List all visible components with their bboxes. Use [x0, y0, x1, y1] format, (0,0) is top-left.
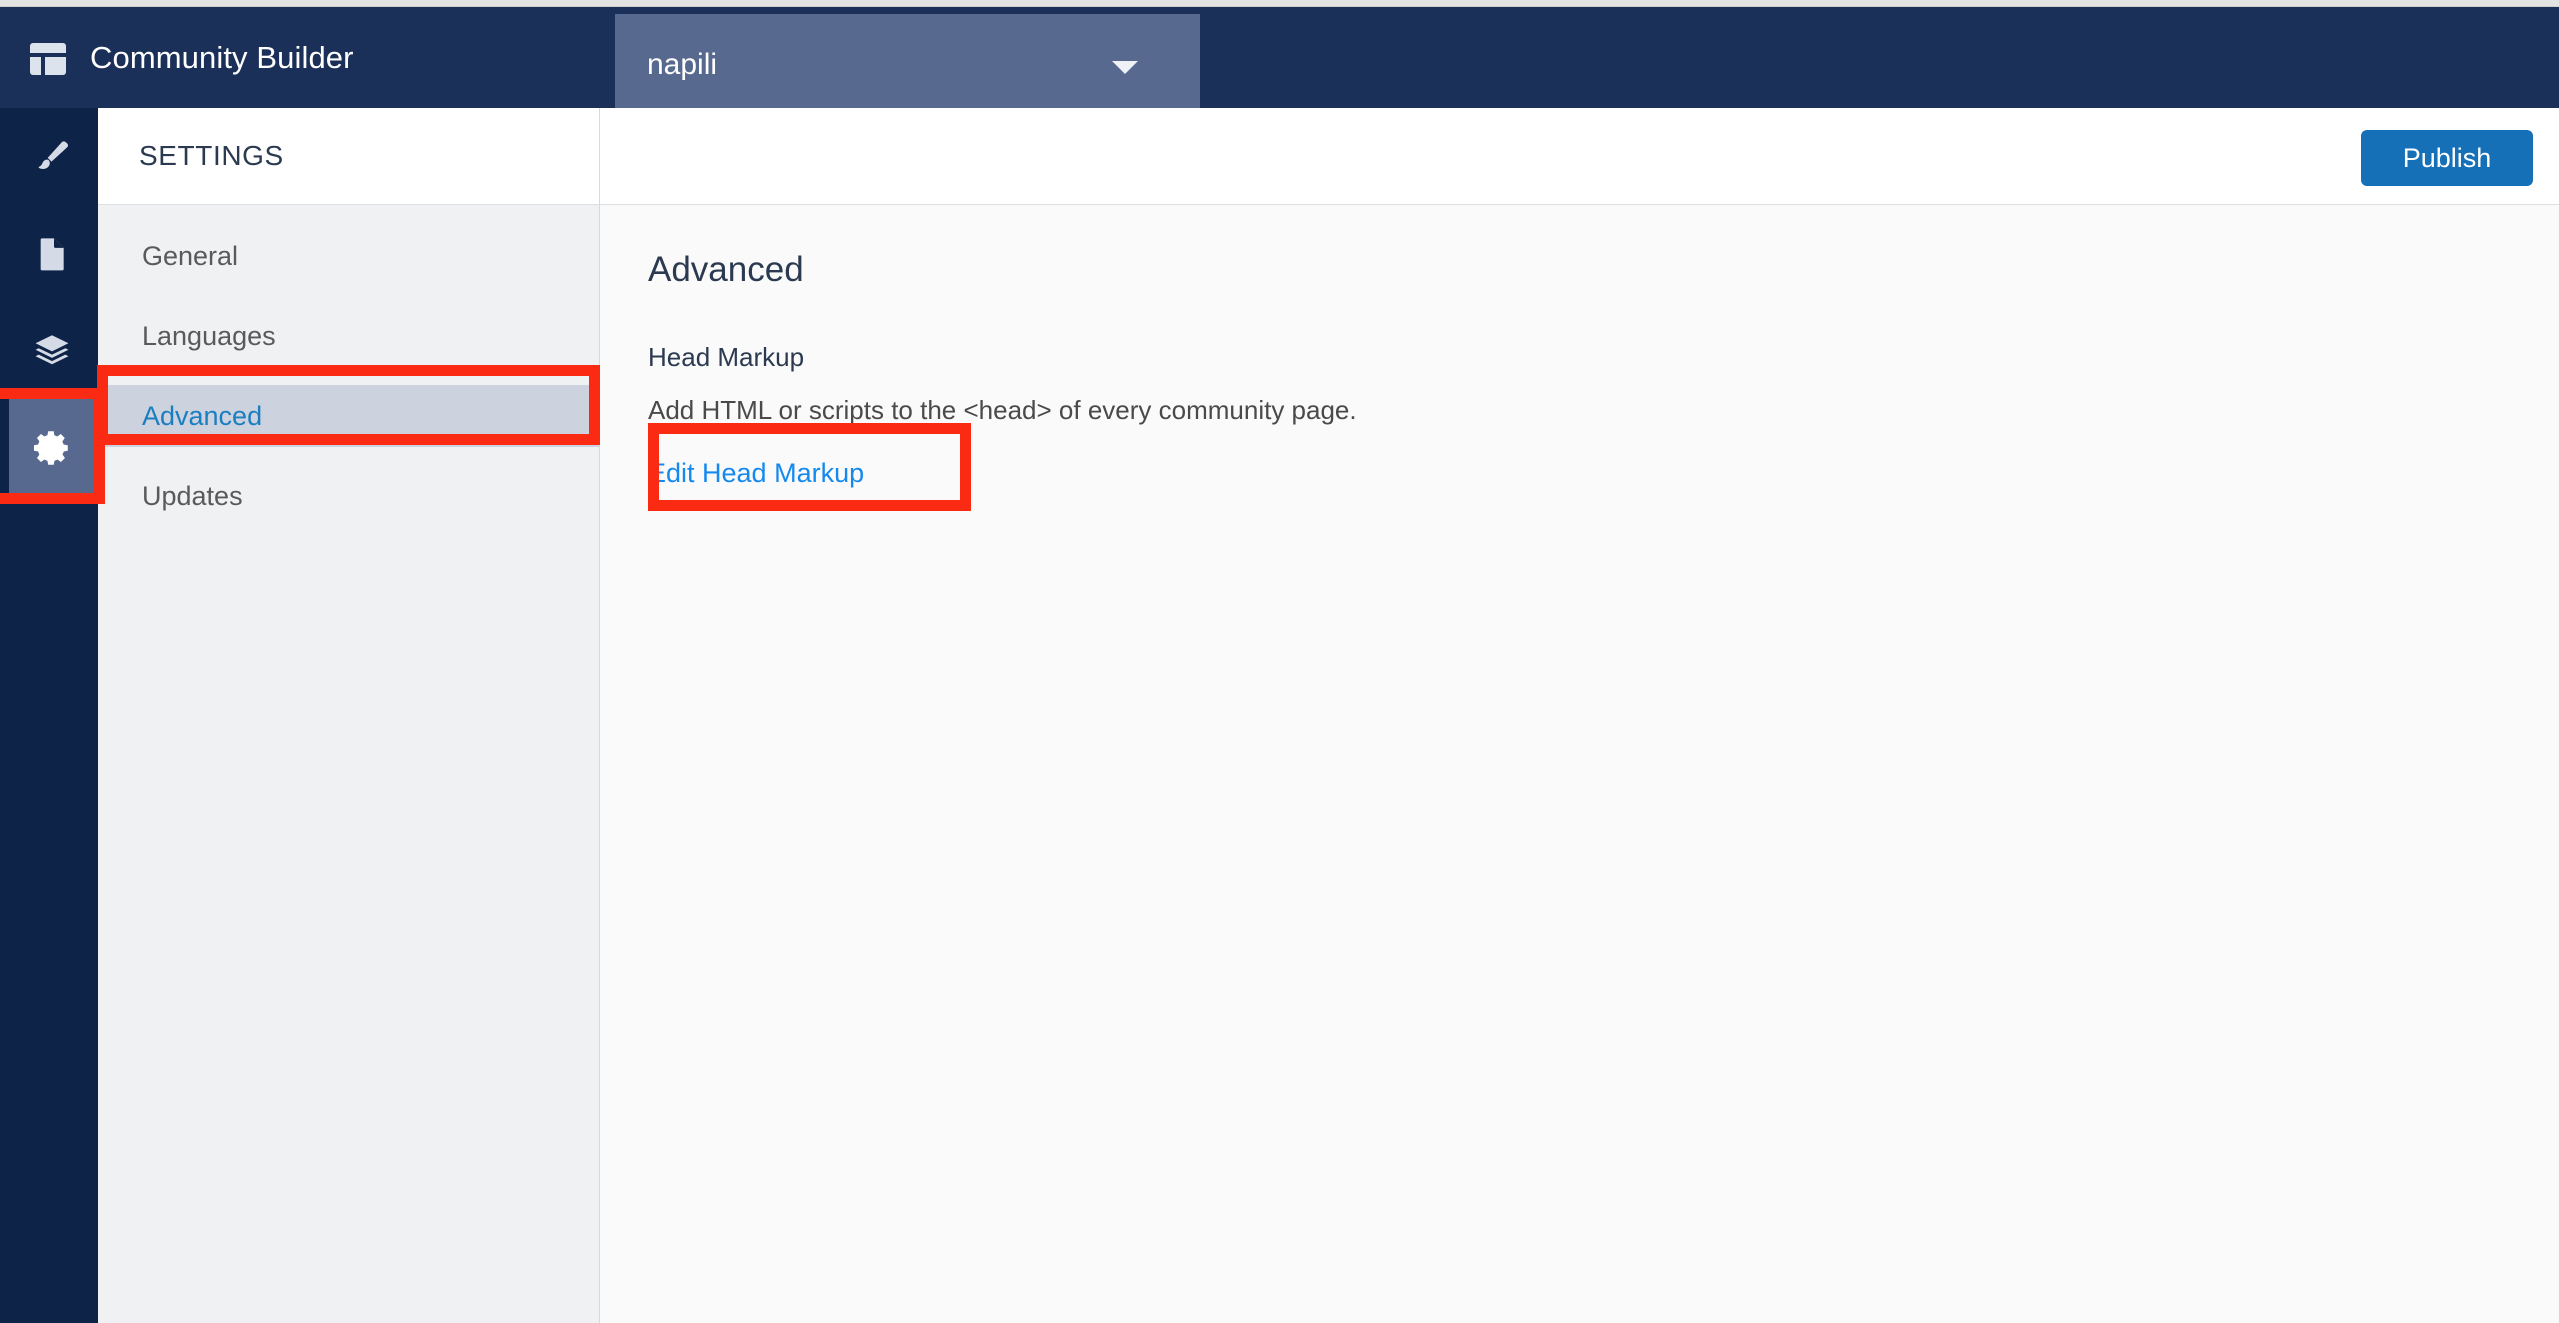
settings-nav-item-languages[interactable]: Languages: [98, 305, 599, 367]
settings-panel: SETTINGS General Languages Advanced Upda…: [98, 108, 600, 1323]
settings-panel-title: SETTINGS: [139, 140, 284, 171]
app-title: Community Builder: [90, 39, 354, 75]
global-header: Community Builder napili: [0, 7, 2559, 115]
site-picker-label: napili: [647, 47, 718, 81]
gear-icon: [31, 427, 73, 469]
head-markup-help-text: Add HTML or scripts to the <head> of eve…: [648, 395, 1357, 425]
settings-panel-header: SETTINGS: [98, 108, 599, 205]
page-icon: [32, 234, 72, 274]
settings-nav-item-updates[interactable]: Updates: [98, 465, 599, 527]
settings-nav: General Languages Advanced Updates: [98, 205, 599, 527]
paintbrush-icon: [32, 137, 72, 177]
nav-item-label: Updates: [142, 480, 243, 511]
main-toolbar: Publish: [600, 108, 2559, 205]
main-body: Advanced Head Markup Add HTML or scripts…: [600, 205, 2559, 499]
edit-head-markup-link[interactable]: Edit Head Markup: [634, 448, 878, 499]
community-builder-window: Community Builder napili SETTINGS Genera…: [0, 0, 2559, 1323]
page-title: Advanced: [648, 250, 804, 289]
nav-item-label: Advanced: [142, 400, 263, 431]
rail-item-settings[interactable]: [9, 399, 95, 496]
nav-item-label: General: [142, 240, 239, 271]
settings-nav-item-general[interactable]: General: [98, 225, 599, 287]
settings-nav-item-advanced[interactable]: Advanced: [98, 385, 599, 447]
publish-button[interactable]: Publish: [2361, 130, 2533, 186]
layout-template-icon: [26, 36, 70, 80]
rail-item-pages[interactable]: [9, 205, 95, 302]
rail-item-components[interactable]: [9, 302, 95, 399]
layers-icon: [31, 330, 73, 372]
left-icon-rail: [0, 108, 98, 1323]
brand: Community Builder: [0, 7, 354, 108]
head-markup-label: Head Markup: [648, 342, 805, 372]
main-content: Publish Advanced Head Markup Add HTML or…: [600, 108, 2559, 1323]
rail-item-theme[interactable]: [9, 108, 95, 205]
site-picker-dropdown[interactable]: napili: [615, 14, 1200, 115]
chevron-down-icon: [1112, 61, 1138, 74]
nav-item-label: Languages: [142, 320, 276, 351]
window-top-strip: [0, 0, 2559, 7]
